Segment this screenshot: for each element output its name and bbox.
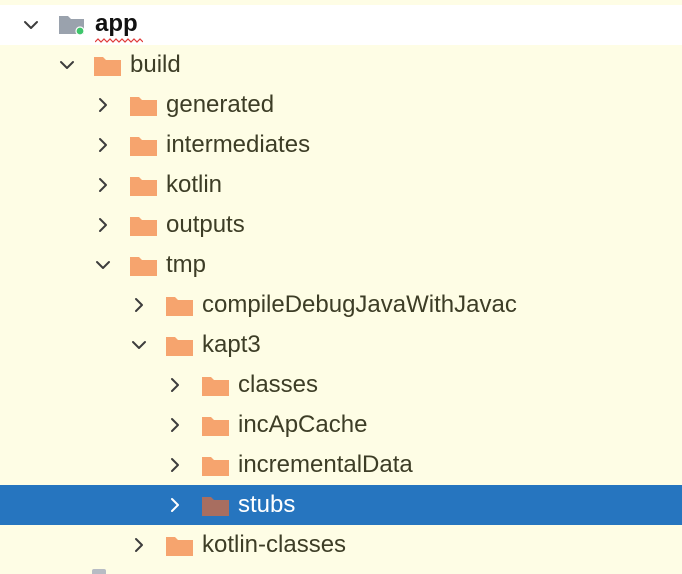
chevron-right-icon[interactable] — [94, 216, 112, 234]
chevron-down-icon[interactable] — [58, 56, 76, 74]
chevron-right-icon[interactable] — [130, 536, 148, 554]
folder-icon — [201, 416, 230, 437]
folder-icon — [129, 216, 158, 237]
tree-row-label: generated — [166, 91, 275, 118]
chevron-right-icon[interactable] — [94, 176, 112, 194]
tree-row-label: incrementalData — [238, 451, 413, 478]
tree-row-label: intermediates — [166, 131, 311, 158]
tree-row-label: kotlin-classes — [202, 531, 347, 558]
tree-row-label: app — [95, 10, 138, 37]
spelling-squiggle — [95, 38, 143, 43]
folder-icon — [129, 96, 158, 117]
folder-icon — [165, 296, 194, 317]
tree-row-kapt3[interactable]: kapt3 — [0, 325, 682, 365]
folder-icon — [129, 176, 158, 197]
tree-row-intermediates[interactable]: intermediates — [0, 125, 682, 165]
chevron-right-icon[interactable] — [94, 136, 112, 154]
folder-icon — [129, 256, 158, 277]
tree-row-tmp[interactable]: tmp — [0, 245, 682, 285]
tree-row-label: classes — [238, 371, 319, 398]
tree-row-outputs[interactable]: outputs — [0, 205, 682, 245]
tree-row-stubs[interactable]: stubs — [0, 485, 682, 525]
chevron-right-icon[interactable] — [94, 96, 112, 114]
chevron-right-icon[interactable] — [166, 496, 184, 514]
tree-row-label: build — [130, 51, 181, 78]
chevron-right-icon[interactable] — [166, 416, 184, 434]
tree-row-label: compileDebugJavaWithJavac — [202, 291, 517, 318]
tree-row-classes[interactable]: classes — [0, 365, 682, 405]
tree-row-build[interactable]: build — [0, 45, 682, 85]
folder-icon — [201, 456, 230, 477]
tree-row-label: kotlin — [166, 171, 223, 198]
folder-icon — [165, 336, 194, 357]
tree-row-kotlin-classes[interactable]: kotlin-classes — [0, 525, 682, 565]
folder-icon — [201, 376, 230, 397]
chevron-down-icon[interactable] — [22, 16, 40, 34]
chevron-down-icon[interactable] — [130, 336, 148, 354]
tree-row-app[interactable]: app — [0, 5, 682, 45]
tree-row-label: tmp — [166, 251, 207, 278]
tree-row-incapcache[interactable]: incApCache — [0, 405, 682, 445]
chevron-right-icon[interactable] — [166, 376, 184, 394]
folder-icon — [93, 56, 122, 77]
folder-icon — [201, 496, 230, 517]
project-tree: app build generated intermediates kotlin out… — [0, 0, 682, 574]
tree-row-generated[interactable]: generated — [0, 85, 682, 125]
tree-row-compiledebugjavawithjavac[interactable]: compileDebugJavaWithJavac — [0, 285, 682, 325]
module-folder-icon — [58, 14, 87, 35]
tree-row-label: stubs — [238, 491, 296, 518]
tree-row-incrementaldata[interactable]: incrementalData — [0, 445, 682, 485]
chevron-right-icon[interactable] — [130, 296, 148, 314]
folder-icon — [129, 136, 158, 157]
tree-row-label: outputs — [166, 211, 245, 238]
chevron-right-icon[interactable] — [166, 456, 184, 474]
tree-row-label: incApCache — [238, 411, 368, 438]
tree-row-label: kapt3 — [202, 331, 261, 358]
module-folder-icon — [92, 569, 106, 574]
folder-icon — [165, 536, 194, 557]
chevron-down-icon[interactable] — [94, 256, 112, 274]
tree-row-kotlin[interactable]: kotlin — [0, 165, 682, 205]
